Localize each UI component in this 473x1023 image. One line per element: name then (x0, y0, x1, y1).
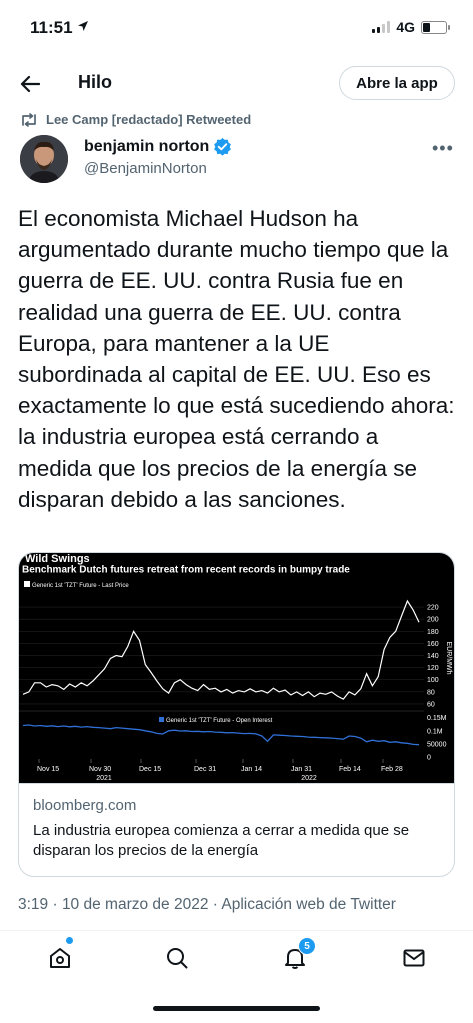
y-axis-label: EUR/MWh (445, 641, 452, 674)
tweet-text: El economista Michael Hudson ha argument… (18, 206, 455, 512)
tweet-timestamp[interactable]: 3:19 · 10 de marzo de 2022 · Aplicación … (18, 896, 396, 914)
home-indicator (153, 1006, 320, 1011)
top-y-tick-label: 200 (427, 617, 439, 624)
search-icon (167, 948, 188, 969)
top-y-tick-label: 60 (427, 701, 435, 708)
author-name[interactable]: benjamin norton (84, 137, 232, 156)
status-time: 11:51 (30, 18, 89, 38)
bottom-y-tick-label: 0.15M (427, 715, 447, 722)
network-label: 4G (396, 19, 415, 35)
legend-swatch-price (24, 581, 30, 587)
x-tick-label: Nov 15 (37, 766, 59, 773)
home-new-dot (66, 937, 73, 944)
nav-messages[interactable] (394, 938, 434, 978)
bottom-y-tick-label: 0 (427, 755, 431, 762)
x-tick-label: Nov 30 (89, 766, 111, 773)
bottom-y-ticks: 0.15M 0.1M 50000 0 (427, 715, 447, 761)
signal-icon (372, 21, 391, 33)
status-indicators: 4G (372, 19, 450, 35)
location-arrow-icon (78, 21, 89, 31)
x-axis-ticks: Nov 15 Nov 30 Dec 15 Dec 31 Jan 14 Jan 31 Feb … (37, 759, 403, 773)
verified-badge-icon (214, 137, 232, 156)
home-icon (50, 948, 70, 968)
top-gridlines (19, 606, 424, 705)
back-arrow-icon (20, 75, 40, 93)
legend-open-interest: Generic 1st 'TZT' Future - Open Interest (166, 718, 273, 724)
top-y-tick-label: 120 (427, 665, 439, 672)
legend-swatch-oi (159, 717, 164, 722)
price-chart: Wild Swings Benchmark Dutch futures retr… (19, 553, 452, 782)
author-handle[interactable]: @BenjaminNorton (84, 160, 207, 177)
open-interest-series-line (22, 724, 420, 746)
card-divider (19, 783, 454, 784)
card-domain: bloomberg.com (33, 797, 137, 814)
bottom-y-tick-label: 50000 (427, 741, 447, 748)
retweet-context[interactable]: Lee Camp [redactado] Retweeted (20, 112, 251, 127)
avatar-photo (20, 135, 68, 183)
top-y-tick-label: 180 (427, 629, 439, 636)
link-card[interactable]: Wild Swings Benchmark Dutch futures retr… (18, 552, 455, 877)
chart-title: Wild Swings (25, 553, 90, 565)
x-tick-label: Jan 14 (241, 766, 262, 773)
x-tick-label: Dec 31 (194, 766, 216, 773)
clock-text: 11:51 (30, 18, 73, 37)
x-year-2021: 2021 (96, 775, 112, 782)
x-tick-label: Feb 14 (339, 766, 361, 773)
retweet-label: Lee Camp [redactado] Retweeted (46, 112, 252, 127)
nav-divider (0, 930, 473, 931)
battery-icon (421, 20, 450, 34)
page-title: Hilo (78, 72, 112, 92)
chart-subtitle: Benchmark Dutch futures retreat from rec… (22, 564, 350, 575)
more-options-icon[interactable]: ••• (432, 138, 454, 159)
x-tick-label: Feb 28 (381, 766, 403, 773)
x-year-2022: 2022 (301, 775, 317, 782)
top-y-tick-label: 140 (427, 653, 439, 660)
author-name-text: benjamin norton (84, 137, 210, 155)
card-image-chart: Wild Swings Benchmark Dutch futures retr… (19, 553, 454, 783)
avatar[interactable] (20, 135, 68, 183)
open-app-button[interactable]: Abre la app (339, 66, 455, 100)
retweet-icon (22, 112, 36, 127)
top-y-tick-label: 220 (427, 605, 439, 612)
top-y-ticks: 220 200 180 160 140 120 100 80 60 (427, 605, 439, 709)
nav-home[interactable] (40, 938, 80, 978)
nav-search[interactable] (157, 938, 197, 978)
back-button[interactable] (16, 70, 44, 98)
bottom-y-tick-label: 0.1M (427, 728, 443, 735)
mail-icon (403, 949, 425, 967)
notification-badge: 5 (298, 937, 316, 955)
top-y-tick-label: 160 (427, 641, 439, 648)
legend-price: Generic 1st 'TZT' Future - Last Price (32, 583, 129, 589)
x-tick-label: Jan 31 (291, 766, 312, 773)
top-y-tick-label: 100 (427, 677, 439, 684)
top-y-tick-label: 80 (427, 689, 435, 696)
card-title: La industria europea comienza a cerrar a… (33, 822, 410, 859)
x-tick-label: Dec 15 (139, 766, 161, 773)
price-series-line (22, 599, 420, 700)
